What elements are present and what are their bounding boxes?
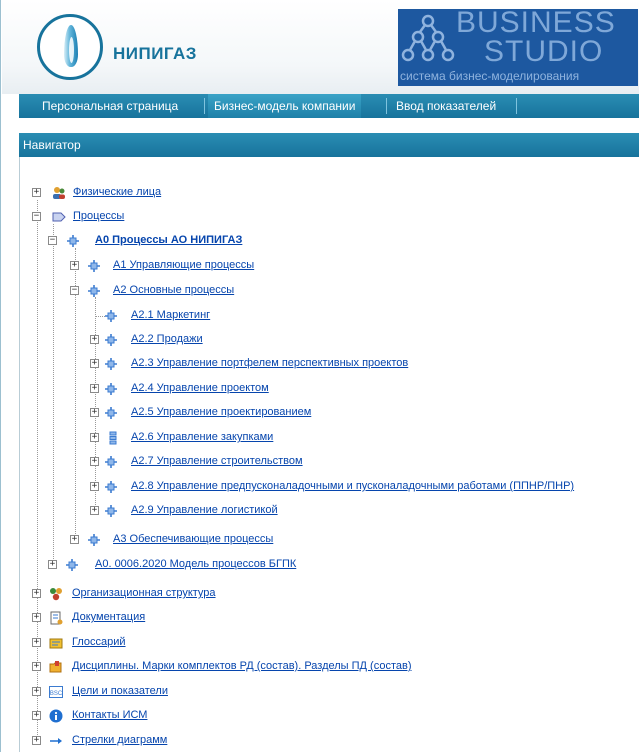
expand-icon[interactable]: + — [90, 335, 99, 344]
svg-text:BSC: BSC — [50, 691, 63, 697]
expand-icon[interactable]: + — [70, 535, 79, 544]
tree-item-label[interactable]: А2.6 Управление закупками — [131, 431, 273, 443]
tab-personal-page[interactable]: Персональная страница — [36, 94, 184, 118]
tree-item-label[interactable]: Организационная структура — [72, 587, 216, 599]
tree-item-label[interactable]: Документация — [72, 611, 145, 623]
app-frame: НИПИГАЗ BUSINESS STUDIO система бизнес-м… — [0, 0, 639, 752]
expand-icon[interactable]: + — [32, 613, 41, 622]
navigator-header: Навигатор — [19, 133, 639, 157]
expand-icon[interactable]: + — [32, 188, 41, 197]
expand-icon[interactable]: + — [32, 589, 41, 598]
tree-item-label[interactable]: А0. 0006.2020 Модель процессов БГПК — [95, 558, 296, 570]
expand-icon[interactable]: + — [48, 560, 57, 569]
process-icon — [105, 334, 117, 346]
process-icon — [105, 310, 117, 322]
tree-item-label[interactable]: А2.3 Управление портфелем перспективных … — [131, 357, 408, 369]
logo-text-studio: STUDIO — [484, 35, 604, 68]
expand-icon[interactable]: + — [32, 662, 41, 671]
expand-icon[interactable]: + — [90, 408, 99, 417]
tree-item-label[interactable]: А2.4 Управление проектом — [131, 382, 269, 394]
people-icon — [53, 187, 65, 199]
info-icon — [49, 709, 63, 723]
tree-item-label[interactable]: Глоссарий — [72, 636, 126, 648]
tab-business-model[interactable]: Бизнес-модель компании — [208, 94, 362, 118]
company-name: НИПИГАЗ — [113, 44, 197, 63]
process-icon — [88, 534, 100, 546]
process-icon — [66, 559, 78, 571]
process-icon — [105, 383, 117, 395]
expand-icon[interactable]: + — [90, 359, 99, 368]
bsc-icon: BSC — [49, 686, 63, 698]
tab-divider — [516, 98, 517, 114]
process-icon — [88, 260, 100, 272]
collapse-icon[interactable]: − — [48, 236, 57, 245]
tree-item-label[interactable]: А2.2 Продажи — [131, 333, 203, 345]
glossary-icon — [49, 638, 63, 649]
process-folder-icon — [52, 212, 66, 222]
org-structure-icon — [50, 588, 62, 601]
process-icon — [105, 456, 117, 468]
expand-icon[interactable]: + — [32, 711, 41, 720]
tab-indicators-input[interactable]: Ввод показателей — [390, 94, 502, 118]
logo-subtitle: система бизнес-моделирования — [400, 69, 580, 83]
tree-item-label[interactable]: А2.1 Маркетинг — [131, 309, 210, 321]
tree-item-label[interactable]: Процессы — [73, 210, 124, 222]
tab-divider — [204, 98, 205, 114]
tree-item-label[interactable]: Физические лица — [73, 186, 161, 198]
tree-item-label[interactable]: Цели и показатели — [72, 685, 168, 697]
tree-item-label[interactable]: А2 Основные процессы — [113, 284, 234, 296]
tree-item-label[interactable]: Дисциплины. Марки комплектов РД (состав)… — [72, 660, 412, 672]
expand-icon[interactable]: + — [90, 506, 99, 515]
process-icon — [105, 481, 117, 493]
tree-item-label[interactable]: А2.9 Управление логистикой — [131, 504, 278, 516]
process-icon — [105, 358, 117, 370]
expand-icon[interactable]: + — [32, 736, 41, 745]
process-icon — [88, 285, 100, 297]
arrow-icon — [50, 738, 62, 744]
expand-icon[interactable]: + — [70, 261, 79, 270]
expand-icon[interactable]: + — [90, 482, 99, 491]
expand-icon[interactable]: + — [90, 457, 99, 466]
business-studio-logo: BUSINESS STUDIO система бизнес-моделиров… — [398, 9, 638, 86]
process-icon — [105, 505, 117, 517]
expand-icon[interactable]: + — [32, 687, 41, 696]
process-list-icon — [109, 431, 117, 445]
network-icon — [401, 14, 455, 62]
collapse-icon[interactable]: − — [70, 286, 79, 295]
process-icon — [105, 407, 117, 419]
tree-item-label[interactable]: А2.8 Управление предпусконаладочными и п… — [131, 480, 574, 492]
expand-icon[interactable]: + — [90, 433, 99, 442]
main-tabs: Персональная страница Бизнес-модель комп… — [19, 94, 639, 118]
process-icon — [67, 235, 79, 247]
collapse-icon[interactable]: − — [32, 212, 41, 221]
expand-icon[interactable]: + — [90, 384, 99, 393]
tab-divider — [386, 98, 387, 114]
tree-item-label[interactable]: А2.5 Управление проектированием — [131, 406, 311, 418]
tree-item-label[interactable]: Контакты ИСМ — [72, 709, 147, 721]
expand-icon[interactable]: + — [32, 638, 41, 647]
nipigaz-logo-icon — [37, 14, 103, 80]
document-icon — [50, 611, 63, 625]
tree-item-label[interactable]: Стрелки диаграмм — [72, 734, 167, 746]
folder-icon — [49, 661, 62, 673]
tree-item-label[interactable]: А3 Обеспечивающие процессы — [113, 533, 273, 545]
tree-item-label[interactable]: А0 Процессы АО НИПИГАЗ — [95, 234, 242, 246]
tree-item-label[interactable]: А1 Управляющие процессы — [113, 259, 254, 271]
tree-item-label[interactable]: А2.7 Управление строительством — [131, 455, 303, 467]
header: НИПИГАЗ BUSINESS STUDIO система бизнес-м… — [2, 0, 639, 94]
